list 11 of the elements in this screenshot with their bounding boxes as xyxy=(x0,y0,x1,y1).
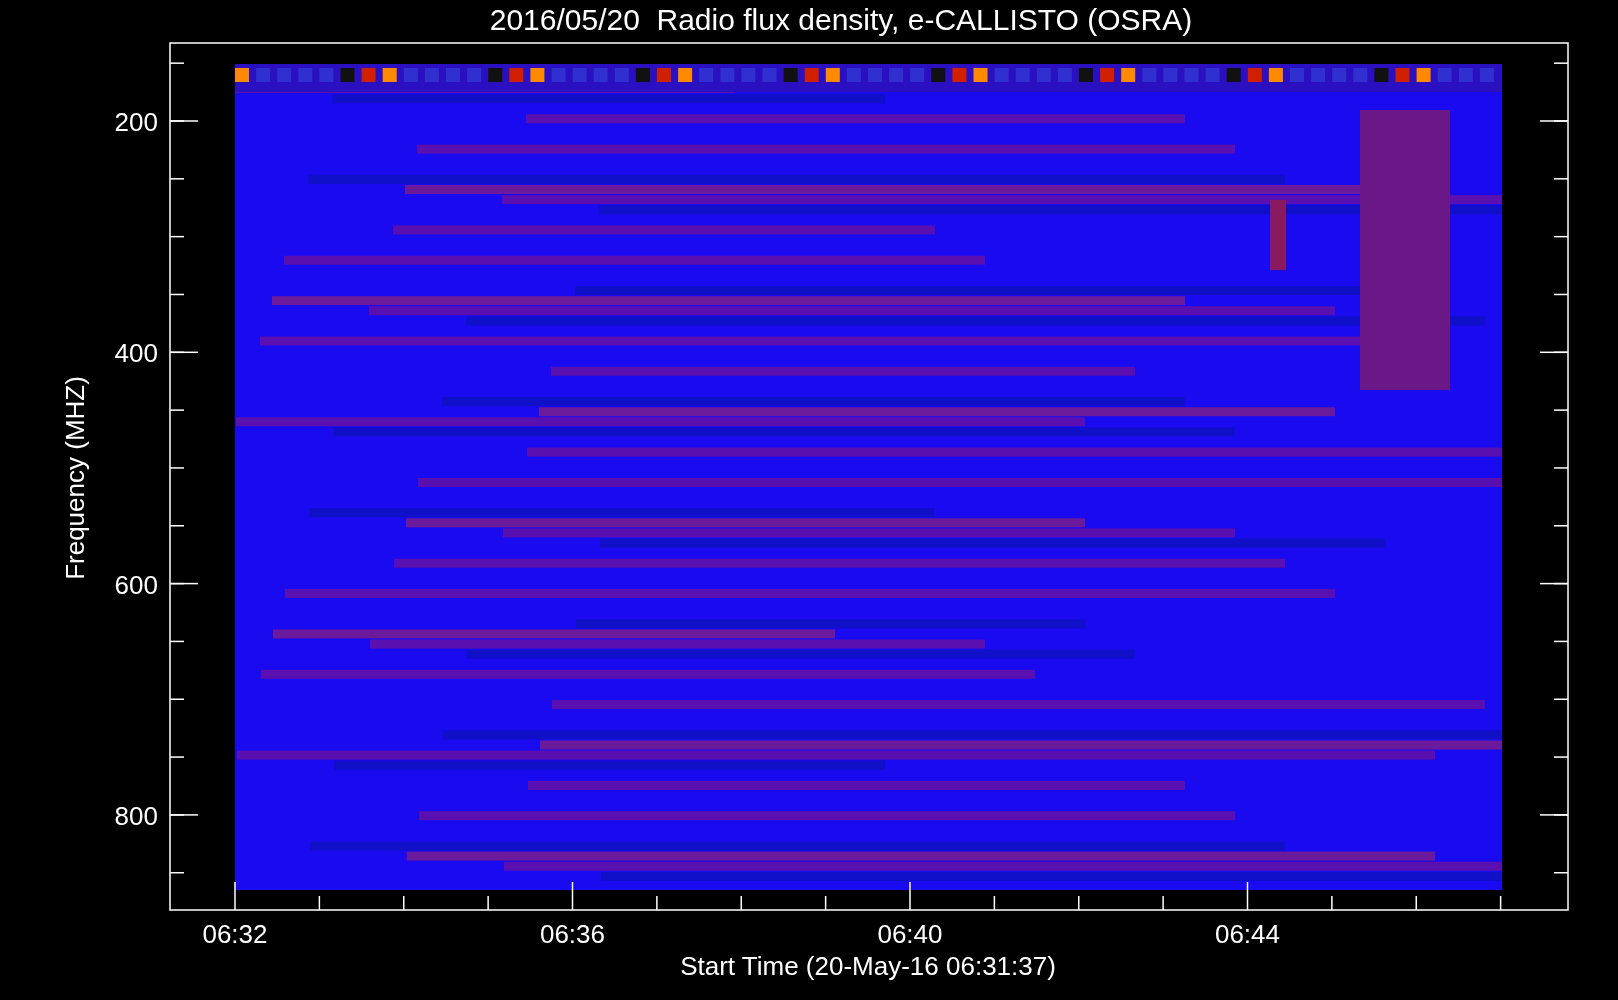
y-tick-label: 600 xyxy=(114,569,158,600)
x-tick-label: 06:32 xyxy=(202,919,268,949)
x-tick-label: 06:36 xyxy=(539,919,606,949)
plot-title: 2016/05/20 Radio flux density, e-CALLISTO (OSRA) xyxy=(489,3,1193,36)
x-tick-label: 06:44 xyxy=(1214,919,1281,949)
y-tick-label: 800 xyxy=(114,800,158,831)
y-tick-label: 400 xyxy=(114,338,158,369)
x-axis-label: Start Time (20-May-16 06:31:37) xyxy=(680,951,1056,981)
y-axis-label: Frequency (MHZ) xyxy=(60,376,90,580)
x-tick-label: 06:40 xyxy=(877,919,943,949)
y-tick-label: 200 xyxy=(114,107,158,137)
